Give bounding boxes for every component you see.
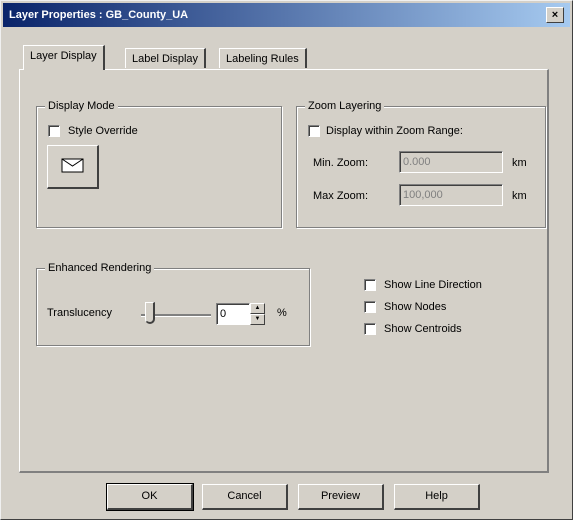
preview-button[interactable]: Preview [298, 484, 384, 510]
window-title: Layer Properties : GB_County_UA [9, 9, 189, 21]
show-nodes-checkbox[interactable] [364, 301, 376, 313]
zoom-range-label: Display within Zoom Range: [326, 125, 463, 137]
max-zoom-field[interactable]: 100,000 [399, 184, 503, 206]
cancel-button[interactable]: Cancel [202, 484, 288, 510]
style-button[interactable] [47, 145, 99, 189]
show-line-direction-label: Show Line Direction [384, 279, 482, 291]
max-zoom-unit: km [512, 190, 527, 202]
zoom-range-checkbox[interactable] [308, 125, 320, 137]
translucency-label: Translucency [47, 307, 113, 319]
help-button[interactable]: Help [394, 484, 480, 510]
min-zoom-field[interactable]: 0.000 [399, 151, 503, 173]
zoom-layering-legend: Zoom Layering [305, 99, 385, 113]
enhanced-rendering-group: Enhanced Rendering Translucency 0 ▲ ▼ % [36, 261, 310, 346]
layer-properties-dialog: Layer Properties : GB_County_UA × Layer … [0, 0, 573, 520]
envelope-style-icon [61, 158, 84, 173]
style-override-checkbox[interactable] [48, 125, 60, 137]
display-mode-legend: Display Mode [45, 99, 118, 113]
spin-down-button[interactable]: ▼ [250, 314, 265, 325]
enhanced-rendering-legend: Enhanced Rendering [45, 261, 155, 275]
tab-layer-display[interactable]: Layer Display [23, 45, 105, 70]
max-zoom-label: Max Zoom: [313, 190, 369, 202]
translucency-slider-thumb[interactable] [145, 302, 155, 324]
min-zoom-unit: km [512, 157, 527, 169]
translucency-input[interactable]: 0 [216, 303, 250, 325]
zoom-layering-group: Zoom Layering Display within Zoom Range:… [296, 99, 546, 228]
show-nodes-label: Show Nodes [384, 301, 447, 313]
tab-label-display[interactable]: Label Display [125, 48, 207, 68]
show-centroids-label: Show Centroids [384, 323, 462, 335]
style-override-label: Style Override [68, 125, 138, 137]
spin-up-button[interactable]: ▲ [250, 303, 265, 314]
tab-labeling-rules[interactable]: Labeling Rules [219, 48, 307, 68]
title-bar: Layer Properties : GB_County_UA × [3, 3, 570, 27]
tab-panel: Display Mode Style Override Zoom Layerin… [19, 69, 549, 473]
close-button[interactable]: × [546, 7, 564, 23]
show-line-direction-checkbox[interactable] [364, 279, 376, 291]
show-centroids-checkbox[interactable] [364, 323, 376, 335]
translucency-unit: % [277, 307, 287, 319]
ok-button[interactable]: OK [106, 483, 194, 511]
min-zoom-label: Min. Zoom: [313, 157, 369, 169]
